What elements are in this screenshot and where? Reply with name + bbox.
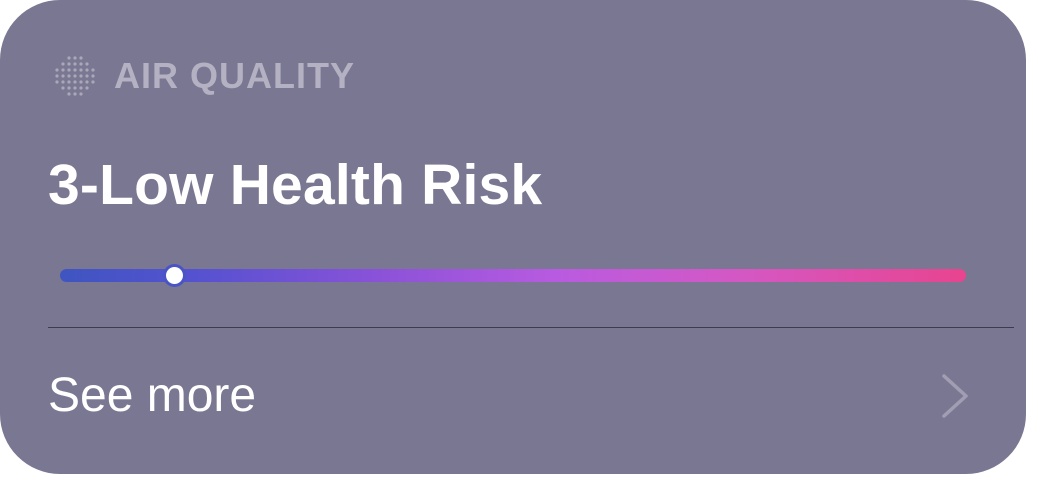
card-header: AIR QUALITY — [52, 52, 355, 100]
air-quality-card: AIR QUALITY 3-Low Health Risk See more — [0, 0, 1026, 474]
air-quality-scale — [60, 267, 966, 284]
air-quality-level-marker — [165, 267, 183, 284]
card-title: AIR QUALITY — [114, 55, 355, 96]
air-quality-dots-icon — [55, 56, 95, 96]
see-more-label: See more — [48, 369, 257, 422]
air-quality-status: 3-Low Health Risk — [48, 153, 543, 217]
see-more-button[interactable]: See more — [0, 328, 1026, 474]
chevron-right-icon — [942, 374, 968, 418]
